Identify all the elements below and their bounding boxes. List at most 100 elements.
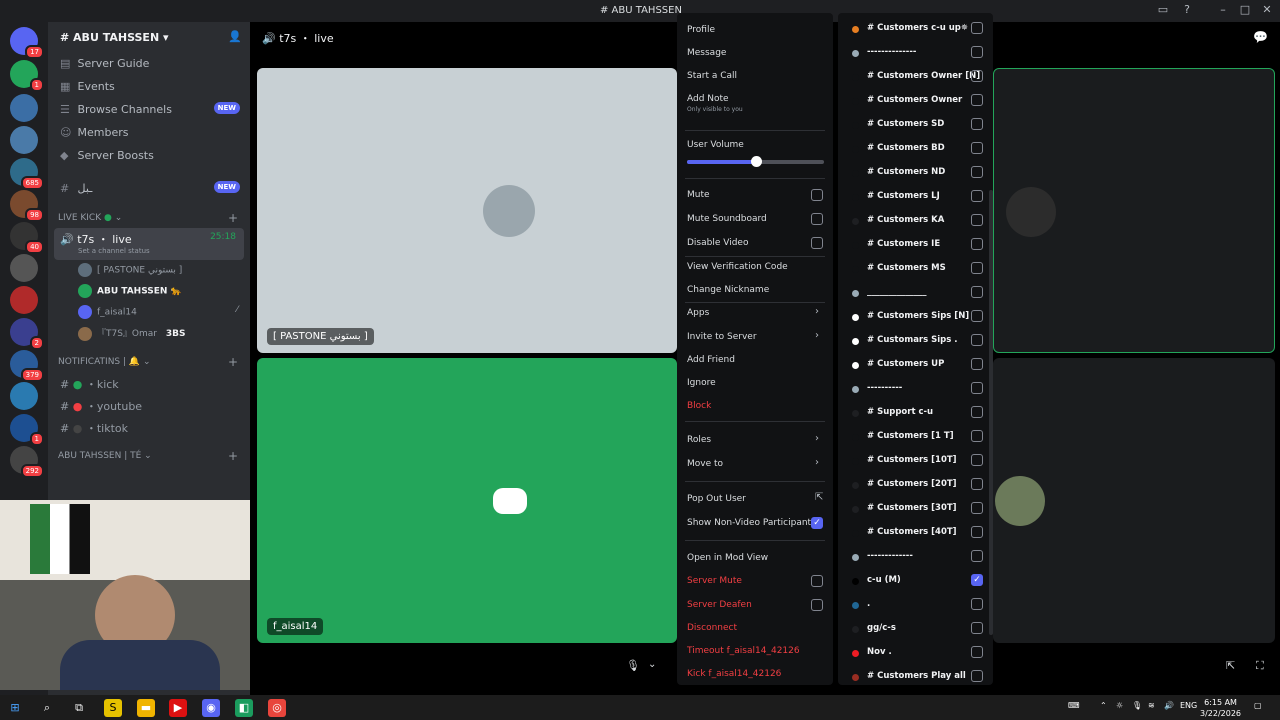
notification-icon[interactable]: ▢ (1254, 701, 1262, 710)
role-item[interactable]: # Customers IE (838, 233, 993, 257)
menu-change-nickname[interactable]: Change Nickname (687, 285, 769, 295)
role-checkbox[interactable] (971, 478, 983, 490)
role-item[interactable]: c-u (M) ✓ (838, 569, 993, 593)
role-checkbox[interactable] (971, 70, 983, 82)
role-checkbox[interactable] (971, 22, 983, 34)
nav-members[interactable]: ☺ Members (48, 121, 250, 144)
disable-video-checkbox[interactable] (811, 237, 823, 249)
guild-icon[interactable]: 2 (10, 318, 44, 350)
role-checkbox[interactable] (971, 430, 983, 442)
guild-icon[interactable]: 40 (10, 222, 44, 254)
volume-icon[interactable]: 🔊 (1164, 701, 1174, 710)
role-item[interactable]: -------------- (838, 41, 993, 65)
role-checkbox[interactable] (971, 238, 983, 250)
add-channel-icon[interactable]: + (228, 211, 238, 225)
search-icon[interactable]: ⌕ (38, 699, 56, 717)
keyboard-icon[interactable]: ⌨ (1068, 701, 1080, 710)
menu-kick[interactable]: Kick f_aisal14_42126 (687, 669, 781, 679)
menu-server-deafen[interactable]: Server Deafen (687, 600, 752, 610)
menu-server-mute[interactable]: Server Mute (687, 576, 742, 586)
menu-add-friend[interactable]: Add Friend (687, 355, 735, 365)
role-item[interactable]: ------------- (838, 545, 993, 569)
menu-pop-out[interactable]: Pop Out User (687, 494, 746, 504)
guild-icon[interactable] (10, 382, 38, 410)
role-checkbox[interactable] (971, 598, 983, 610)
menu-ignore[interactable]: Ignore (687, 378, 716, 388)
voice-user[interactable]: 『T7S』Omar 3BS (48, 323, 250, 344)
menu-move-to[interactable]: Move to (687, 459, 723, 469)
popout-icon[interactable]: ⇱ (1226, 659, 1235, 672)
role-item[interactable]: # Customers KA (838, 209, 993, 233)
voice-user[interactable]: f_aisal14 ⁄ (48, 302, 250, 323)
guild-icon[interactable] (10, 286, 38, 314)
role-checkbox[interactable] (971, 286, 983, 298)
menu-roles[interactable]: Roles (687, 435, 711, 445)
add-member-icon[interactable]: 👤 (228, 30, 242, 43)
server-deafen-checkbox[interactable] (811, 599, 823, 611)
maximize-button[interactable]: □ (1234, 3, 1256, 19)
nav-server-boosts[interactable]: ◆ Server Boosts (48, 144, 250, 167)
role-item[interactable]: # Customers Sips [N] (838, 305, 993, 329)
menu-add-note[interactable]: Add Note Only visible to you (687, 94, 743, 113)
menu-disable-video[interactable]: Disable Video (687, 238, 748, 248)
chevron-down-icon[interactable]: ⌄ (648, 659, 656, 670)
server-header[interactable]: # ABU TAHSSEN ▾ 👤 (48, 22, 250, 52)
guild-icon[interactable]: 379 (10, 350, 44, 382)
role-item[interactable]: ______________ (838, 281, 993, 305)
menu-invite[interactable]: Invite to Server (687, 332, 757, 342)
mute-checkbox[interactable] (811, 189, 823, 201)
home-icon[interactable]: 17 (10, 27, 44, 59)
app-icon[interactable]: ◧ (235, 699, 253, 717)
role-item[interactable]: # Customers [30T] (838, 497, 993, 521)
help-icon[interactable]: ? (1176, 3, 1198, 19)
role-checkbox[interactable] (971, 166, 983, 178)
chrome-icon[interactable]: ◎ (268, 699, 286, 717)
slider-handle[interactable] (750, 156, 762, 167)
guild-icon[interactable] (10, 126, 38, 154)
menu-show-non-video[interactable]: Show Non-Video Participants (687, 518, 816, 528)
menu-timeout[interactable]: Timeout f_aisal14_42126 (687, 646, 800, 656)
discord-icon[interactable]: ◉ (202, 699, 220, 717)
server-mute-checkbox[interactable] (811, 575, 823, 587)
menu-profile[interactable]: Profile (687, 25, 715, 35)
role-item[interactable]: # Customars Sips . (838, 329, 993, 353)
wifi-icon[interactable]: ≋ (1148, 701, 1155, 710)
menu-view-verification[interactable]: View Verification Code (687, 262, 788, 272)
menu-start-call[interactable]: Start a Call (687, 71, 737, 81)
voice-user[interactable]: ABU TAHSSEN 🐆 (48, 281, 250, 302)
role-item[interactable]: # Support c-u (838, 401, 993, 425)
category-notifications[interactable]: NOTIFICATINS | 🔔 ⌄ + (48, 352, 250, 372)
role-item[interactable]: # Customers Owner (838, 89, 993, 113)
role-checkbox[interactable] (971, 550, 983, 562)
role-checkbox[interactable] (971, 118, 983, 130)
role-checkbox[interactable] (971, 142, 983, 154)
task-view-icon[interactable]: ⧉ (70, 699, 88, 717)
nav-browse-channels[interactable]: ☰ Browse Channels NEW (48, 98, 250, 121)
role-item[interactable]: # Customers [40T] (838, 521, 993, 545)
menu-disconnect[interactable]: Disconnect (687, 623, 737, 633)
menu-apps[interactable]: Apps (687, 308, 709, 318)
guild-icon[interactable]: 1 (10, 414, 44, 446)
role-checkbox[interactable] (971, 382, 983, 394)
nav-events[interactable]: ▦ Events (48, 75, 250, 98)
user-volume-slider[interactable] (687, 156, 824, 167)
channel-tiktok[interactable]: # ● ・tiktok (48, 416, 250, 438)
microphone-icon[interactable]: 🎙 (1132, 701, 1142, 710)
add-channel-icon[interactable]: + (228, 449, 238, 463)
channel-status[interactable]: Set a channel status (78, 247, 238, 255)
add-channel-icon[interactable]: + (228, 355, 238, 369)
role-checkbox[interactable] (971, 526, 983, 538)
mute-soundboard-checkbox[interactable] (811, 213, 823, 225)
role-item[interactable]: # Customers Owner [N] (838, 65, 993, 89)
role-item[interactable]: # Customers c-u up✵ (838, 17, 993, 41)
video-tile[interactable]: f_aisal14 (257, 358, 677, 643)
role-item[interactable]: # Customers ND (838, 161, 993, 185)
clock[interactable]: 6:15 AM 3/22/2026 (1200, 697, 1241, 719)
role-item[interactable]: # Customers [20T] (838, 473, 993, 497)
channel-kick[interactable]: # ● ・kick (48, 372, 250, 394)
video-tile[interactable] (993, 68, 1275, 353)
network-icon[interactable]: ☼ (1116, 701, 1123, 710)
file-explorer-icon[interactable]: ▬ (137, 699, 155, 717)
role-checkbox[interactable]: ✓ (971, 574, 983, 586)
voice-user[interactable]: [ PASTONE بستوني ] (48, 260, 250, 281)
